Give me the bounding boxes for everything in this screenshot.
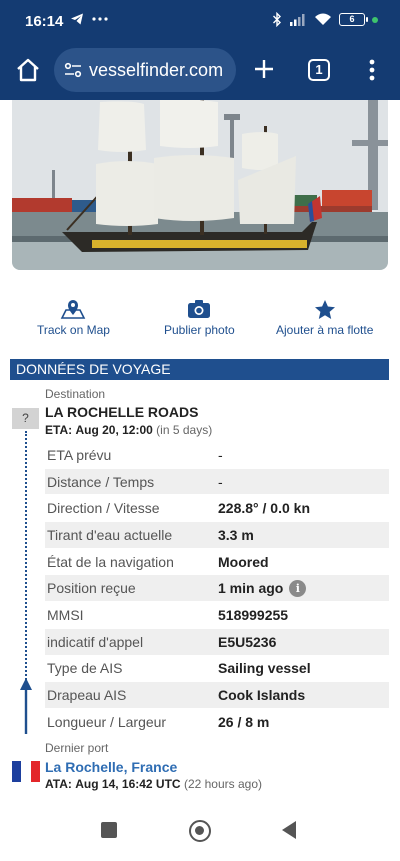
battery-icon: 6 <box>339 13 368 26</box>
status-bar: 16:14 6 <box>0 0 400 42</box>
back-icon[interactable] <box>282 821 296 839</box>
row-key: Tirant d'eau actuelle <box>47 526 173 543</box>
row-value: - <box>218 473 223 490</box>
row-value: 518999255 <box>218 606 289 623</box>
row-key: Type de AIS <box>47 660 123 677</box>
row-value: E5U5236 <box>218 633 277 650</box>
table-row: Direction / Vitesse 228.8° / 0.0 kn <box>45 495 389 523</box>
section-title: DONNÉES DE VOYAGE <box>10 359 389 380</box>
row-key: Distance / Temps <box>47 473 155 490</box>
destination-name: LA ROCHELLE ROADS <box>45 404 199 420</box>
wifi-icon <box>315 13 331 25</box>
row-value: 3.3 m <box>218 526 254 543</box>
row-value: Cook Islands <box>218 687 306 704</box>
voyage-data-table: ETA prévu - Distance / Temps - Direction… <box>45 442 389 736</box>
row-value: Sailing vessel <box>218 660 311 677</box>
row-key: ETA prévu <box>47 446 112 463</box>
table-row: État de la navigation Moored <box>45 549 389 576</box>
table-row: Type de AIS Sailing vessel <box>45 656 389 683</box>
vessel-photo[interactable] <box>12 100 388 270</box>
site-settings-icon[interactable] <box>64 62 82 78</box>
telegram-icon <box>71 13 83 25</box>
row-value: 228.8° / 0.0 kn <box>218 500 310 517</box>
tab-switcher-button[interactable]: 1 <box>308 59 330 81</box>
destination-label: Destination <box>45 387 106 401</box>
arrow-up-icon <box>20 678 32 734</box>
info-icon[interactable]: i <box>289 579 307 597</box>
row-key: Drapeau AIS <box>47 687 127 704</box>
last-port-label: Dernier port <box>45 741 109 755</box>
position-received-value: 1 min ago <box>218 580 284 597</box>
action-label: Publier photo <box>164 323 235 337</box>
action-bar: Track on Map Publier photo Ajouter à ma … <box>0 298 400 340</box>
home-icon[interactable] <box>14 56 42 84</box>
recents-icon[interactable] <box>101 822 117 838</box>
flag-stripe-white <box>21 761 31 782</box>
row-key: Longueur / Largeur <box>47 713 167 730</box>
table-row: indicatif d'appel E5U5236 <box>45 628 389 656</box>
table-row: ETA prévu - <box>45 442 389 469</box>
destination-eta: ETA: Aug 20, 12:00 (in 5 days) <box>45 423 212 437</box>
add-to-fleet-button[interactable]: Ajouter à ma flotte <box>276 298 373 337</box>
star-icon <box>314 299 335 319</box>
unknown-flag-badge: ? <box>12 408 39 429</box>
last-port-ata: ATA: Aug 14, 16:42 UTC (22 hours ago) <box>45 777 262 791</box>
row-value: 1 min ago i <box>218 579 307 597</box>
ata-relative: (22 hours ago) <box>183 777 262 791</box>
map-pin-icon <box>61 300 86 319</box>
url-bar[interactable]: vesselfinder.com <box>54 48 236 92</box>
url-text[interactable]: vesselfinder.com <box>89 60 223 81</box>
eta-label: ETA: <box>45 423 73 437</box>
signal-icon <box>290 14 305 26</box>
bluetooth-icon <box>273 12 281 27</box>
table-row: Longueur / Largeur 26 / 8 m <box>45 709 389 736</box>
eta-value: Aug 20, 12:00 <box>75 423 153 437</box>
ata-value: Aug 14, 16:42 UTC <box>75 777 181 791</box>
action-label: Track on Map <box>37 323 110 337</box>
new-tab-icon[interactable] <box>250 55 278 83</box>
more-dots-icon <box>92 17 108 21</box>
table-row: Drapeau AIS Cook Islands <box>45 682 389 709</box>
home-nav-icon[interactable] <box>189 820 211 842</box>
row-key: MMSI <box>47 606 84 623</box>
row-value: - <box>218 446 223 463</box>
kebab-menu-icon[interactable] <box>362 57 382 83</box>
row-key: État de la navigation <box>47 553 174 570</box>
camera-icon <box>188 300 211 318</box>
clock: 16:14 <box>25 13 64 30</box>
table-row: Distance / Temps - <box>45 468 389 496</box>
row-key: Position reçue <box>47 580 136 597</box>
ata-label: ATA: <box>45 777 72 791</box>
row-value: 26 / 8 m <box>218 713 270 730</box>
privacy-indicator <box>372 16 378 23</box>
system-nav-bar <box>0 806 400 861</box>
table-row: MMSI 518999255 <box>45 602 389 629</box>
flag-stripe-red <box>30 761 40 782</box>
france-flag-icon <box>12 761 40 782</box>
table-row: Position reçue 1 min ago i <box>45 575 389 603</box>
publish-photo-button[interactable]: Publier photo <box>164 298 235 337</box>
last-port-link[interactable]: La Rochelle, France <box>45 759 177 775</box>
table-row: Tirant d'eau actuelle 3.3 m <box>45 522 389 549</box>
row-key: Direction / Vitesse <box>47 500 160 517</box>
flag-stripe-blue <box>12 761 22 782</box>
action-label: Ajouter à ma flotte <box>276 323 374 337</box>
row-value: Moored <box>218 553 269 570</box>
eta-relative: (in 5 days) <box>156 423 213 437</box>
browser-toolbar: vesselfinder.com 1 <box>0 42 400 100</box>
track-on-map-button[interactable]: Track on Map <box>37 298 110 337</box>
row-key: indicatif d'appel <box>47 633 144 650</box>
